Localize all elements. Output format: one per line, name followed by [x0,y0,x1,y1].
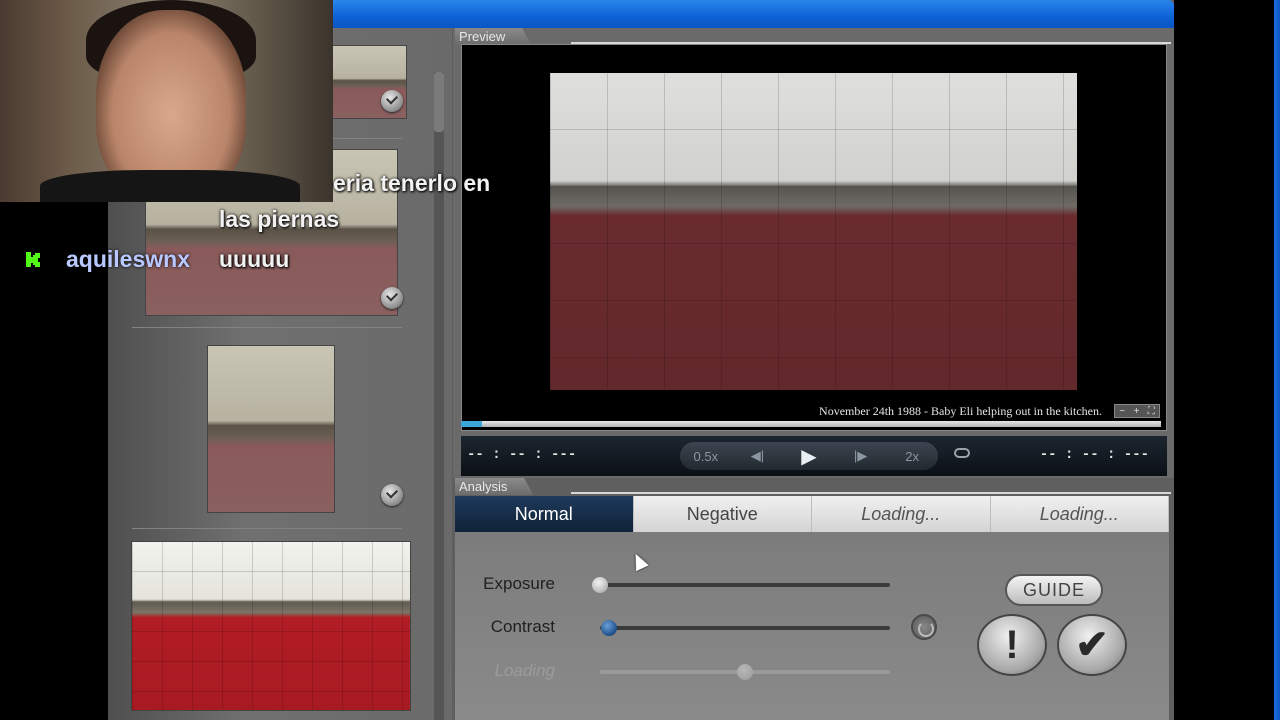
screen: Preview November 24th 1988 - Baby Eli he… [0,0,1280,720]
analysis-controls: Exposure Contrast Loading GUIDE ! ✔ [455,532,1169,720]
tab-normal[interactable]: Normal [455,496,634,532]
fast-speed-button[interactable]: 2x [893,449,931,464]
contrast-slider[interactable] [600,626,890,630]
thumbnail-3-check-icon[interactable] [381,484,403,506]
time-total: -- : -- : --- [1039,447,1149,463]
loading-slider-label: Loading [494,661,555,680]
chat-message: uuuuu [219,246,290,272]
webcam-shirt [40,170,300,202]
time-elapsed: -- : -- : --- [467,447,577,463]
guide-button[interactable]: GUIDE [1005,574,1103,606]
thumbnail-1-check-icon[interactable] [381,90,403,112]
analysis-section: Analysis Normal Negative Loading... Load… [453,478,1174,720]
thumbnail-4-selected[interactable] [132,542,410,710]
exposure-label: Exposure [483,574,555,593]
thumbnail-divider [132,327,402,328]
webcam-overlay [0,0,333,202]
preview-photo[interactable] [550,73,1077,390]
playback-progress-bar[interactable] [461,421,1161,427]
warning-button[interactable]: ! [977,614,1047,676]
tile-pattern [550,73,1077,390]
slow-speed-button[interactable]: 0.5x [687,449,725,464]
zoom-out-icon[interactable]: − [1119,406,1125,417]
tab-loading-1[interactable]: Loading... [812,496,991,532]
contrast-label: Contrast [490,617,555,636]
analysis-section-rule [571,492,1171,494]
tile-pattern [132,542,410,710]
fullscreen-icon[interactable]: ⛶ [1148,406,1155,417]
preview-section-label: Preview [455,28,532,45]
tab-loading-2[interactable]: Loading... [991,496,1169,532]
thumbnail-divider [132,528,402,529]
zoom-controls[interactable]: − + ⛶ [1114,404,1160,418]
play-icon[interactable]: ▶ [790,444,828,469]
chat-line-2: las piernas [219,206,340,232]
step-forward-icon[interactable]: |▶ [842,448,880,464]
preview-frame: November 24th 1988 - Baby Eli helping ou… [461,44,1167,431]
loop-icon[interactable] [954,448,970,458]
chat-line-1: eria tenerlo en [333,170,491,196]
step-back-icon[interactable]: ◀| [738,448,776,464]
thumbnail-2-check-icon[interactable] [381,287,403,309]
transport-controls: 0.5x ◀| ▶ |▶ 2x [680,442,938,470]
photo-caption: November 24th 1988 - Baby Eli helping ou… [819,404,1102,418]
tab-negative[interactable]: Negative [634,496,812,532]
transport-bar: -- : -- : --- 0.5x ◀| ▶ |▶ 2x -- : -- : … [461,436,1167,476]
analysis-section-label: Analysis [455,478,534,495]
confirm-button[interactable]: ✔ [1057,614,1127,676]
exposure-slider-knob[interactable] [592,577,608,593]
exposure-slider[interactable] [600,583,890,587]
loading-slider-knob [737,664,753,680]
reset-icon[interactable] [911,614,937,640]
zoom-in-icon[interactable]: + [1134,406,1140,417]
analysis-tabs: Normal Negative Loading... Loading... [455,496,1169,532]
scrollbar-thumb[interactable] [434,72,444,132]
contrast-slider-knob[interactable] [600,620,617,636]
playback-progress-fill [461,421,482,427]
kick-icon [26,252,40,267]
preview-section: Preview November 24th 1988 - Baby Eli he… [453,28,1174,478]
window-frame-right [1274,0,1280,720]
thumbnail-3[interactable] [208,346,334,512]
chat-username: aquileswnx [66,246,190,272]
